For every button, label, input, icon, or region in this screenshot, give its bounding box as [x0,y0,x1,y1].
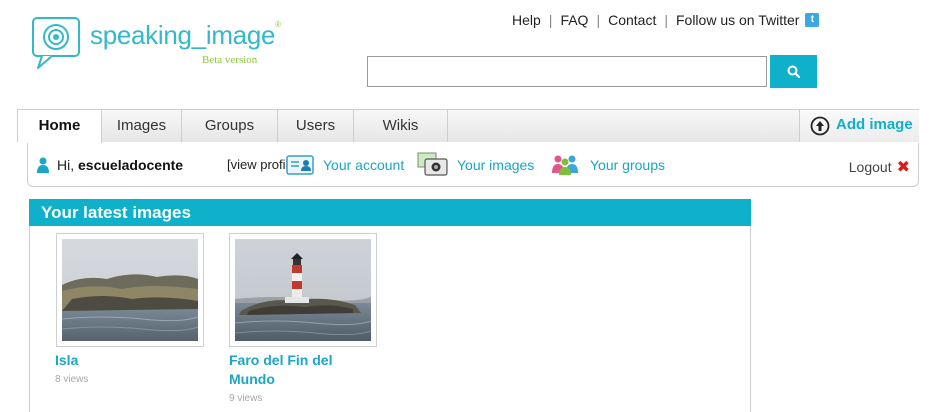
faq-link[interactable]: FAQ [560,12,588,28]
lighthouse-photo [235,239,371,341]
latest-images-panel: Isla 8 views Faro del Fin del Mundo 9 vi… [29,226,751,412]
logout-button[interactable]: Logout ✖ [849,157,910,177]
greeting: Hi, escueladocente [57,157,184,173]
your-groups-link[interactable]: Your groups [590,157,665,173]
your-account-link[interactable]: Your account [323,157,404,173]
add-image-button[interactable]: Add image [799,110,919,142]
search-button[interactable] [770,55,817,88]
account-card-icon[interactable] [286,155,314,175]
your-images-link[interactable]: Your images [457,157,534,173]
images-camera-icon[interactable] [417,152,449,176]
separator: | [548,12,553,28]
main-nav: Home Images Groups Users Wikis Add image [17,109,919,144]
add-image-label: Add image [836,116,913,133]
close-icon: ✖ [896,159,910,176]
island-photo [62,239,198,341]
tab-users[interactable]: Users [278,110,354,142]
image-thumbnail-faro[interactable] [229,233,377,347]
contact-link[interactable]: Contact [608,12,656,28]
username: escueladocente [78,157,184,173]
separator: | [664,12,668,28]
user-icon [37,157,49,173]
image-thumbnail-isla[interactable] [56,233,204,347]
twitter-icon[interactable]: t [805,13,820,27]
site-logo[interactable]: speaking_image® Beta version [30,14,290,74]
speech-bubble-logo-icon [32,17,80,69]
tab-images[interactable]: Images [102,110,182,142]
tab-groups[interactable]: Groups [182,110,278,142]
image-views: 8 views [55,374,89,385]
tab-wikis[interactable]: Wikis [354,110,448,142]
groups-people-icon[interactable] [550,153,580,175]
top-links: Help | FAQ | Contact | Follow us on Twit… [512,12,820,28]
user-bar: Hi, escueladocente [view profile] Your a… [27,143,919,187]
help-link[interactable]: Help [512,12,541,28]
twitter-link[interactable]: Follow us on Twitter [676,12,799,28]
latest-images-header: Your latest images [29,199,751,226]
search-icon [787,65,800,78]
search-input[interactable] [367,56,767,87]
image-title-link[interactable]: Isla [55,351,195,370]
tab-home[interactable]: Home [18,110,102,144]
image-title-link[interactable]: Faro del Fin del Mundo [229,351,379,389]
upload-arrow-icon [810,116,830,136]
logo-wordmark: speaking_image® [90,20,281,50]
beta-tagline: Beta version [202,54,258,66]
image-views: 9 views [229,393,263,404]
separator: | [596,12,601,28]
